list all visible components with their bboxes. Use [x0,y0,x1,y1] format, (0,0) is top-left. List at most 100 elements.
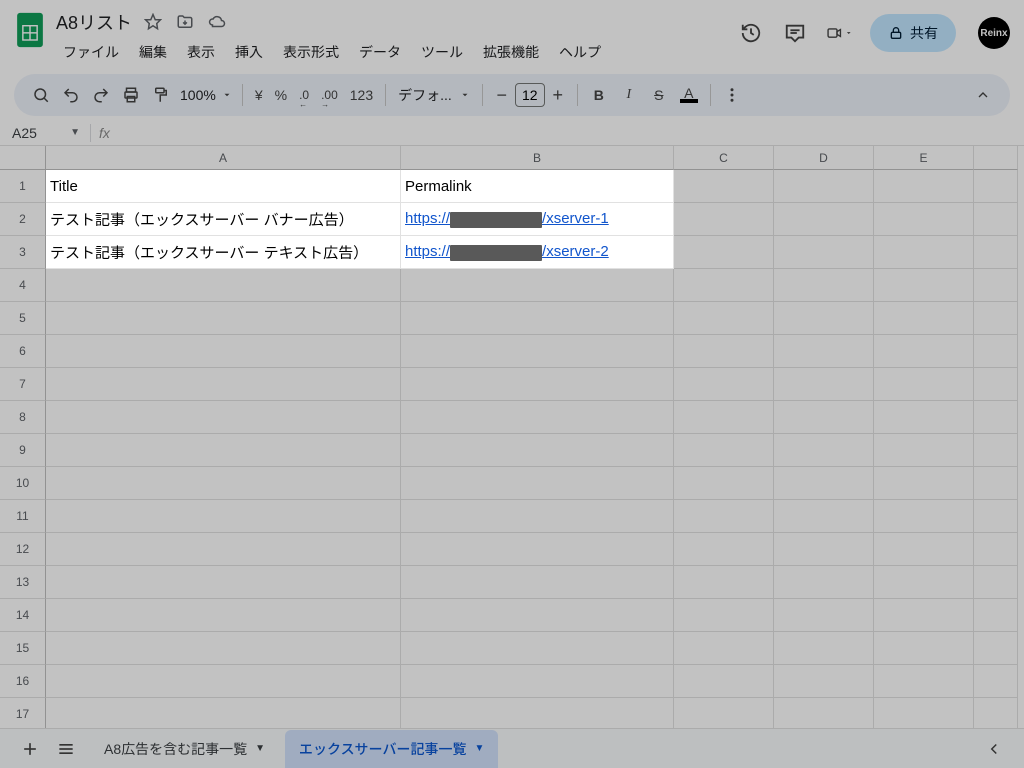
cell[interactable] [874,368,974,401]
cell[interactable] [774,599,874,632]
cell[interactable] [401,665,674,698]
menu-tools[interactable]: ツール [414,38,470,66]
cell[interactable] [974,236,1018,269]
cloud-status-icon[interactable] [206,11,228,33]
hyperlink[interactable]: https:///xserver-2 [405,243,609,260]
cell[interactable] [874,170,974,203]
column-header[interactable]: C [674,146,774,170]
menu-file[interactable]: ファイル [56,38,126,66]
cell[interactable] [674,236,774,269]
cell[interactable] [774,434,874,467]
cell[interactable] [46,269,401,302]
row-header[interactable]: 14 [0,599,46,632]
cell[interactable] [974,533,1018,566]
redo-icon[interactable] [86,80,116,110]
italic-button[interactable]: I [614,80,644,110]
cell[interactable] [674,599,774,632]
cell[interactable] [974,335,1018,368]
sheet-tab-active[interactable]: エックスサーバー記事一覧▼ [285,730,498,768]
cell[interactable] [774,665,874,698]
cell[interactable]: https:///xserver-1 [401,203,674,236]
row-header[interactable]: 12 [0,533,46,566]
row-header[interactable]: 10 [0,467,46,500]
zoom-select[interactable]: 100% [176,87,236,103]
row-header[interactable]: 5 [0,302,46,335]
cell[interactable] [874,467,974,500]
cell[interactable] [401,533,674,566]
cell[interactable] [401,434,674,467]
cell[interactable] [46,368,401,401]
cell[interactable] [774,368,874,401]
cell[interactable] [401,401,674,434]
cell[interactable] [674,401,774,434]
star-icon[interactable] [142,11,164,33]
cell[interactable] [974,599,1018,632]
font-select[interactable]: デフォ... [392,85,476,105]
cell[interactable] [46,533,401,566]
all-sheets-button[interactable] [48,731,84,767]
currency-button[interactable]: ¥ [249,80,269,110]
cell[interactable] [674,533,774,566]
cell[interactable] [674,203,774,236]
cell[interactable] [974,698,1018,731]
menu-ext[interactable]: 拡張機能 [476,38,546,66]
row-header[interactable]: 4 [0,269,46,302]
cell[interactable] [46,500,401,533]
cell[interactable] [774,170,874,203]
undo-icon[interactable] [56,80,86,110]
cell[interactable] [974,467,1018,500]
cell[interactable] [974,170,1018,203]
cell[interactable] [874,236,974,269]
cell[interactable] [46,632,401,665]
cell[interactable] [874,533,974,566]
cell[interactable] [46,401,401,434]
column-header[interactable] [974,146,1018,170]
cell[interactable] [46,434,401,467]
sheet-tab-inactive[interactable]: A8広告を含む記事一覧▼ [90,730,279,768]
cell[interactable] [674,269,774,302]
cell[interactable] [774,566,874,599]
cell[interactable] [46,599,401,632]
cell[interactable] [401,269,674,302]
cell[interactable] [974,434,1018,467]
history-icon[interactable] [738,20,764,46]
cell[interactable] [974,401,1018,434]
row-header[interactable]: 8 [0,401,46,434]
paint-format-icon[interactable] [146,80,176,110]
cell[interactable] [674,170,774,203]
increase-decimal-button[interactable]: .00→ [315,80,344,110]
cell[interactable] [874,335,974,368]
cell[interactable] [401,698,674,731]
meet-icon[interactable] [826,20,852,46]
percent-button[interactable]: % [269,80,293,110]
cell[interactable]: テスト記事（エックスサーバー バナー広告） [46,203,401,236]
cell[interactable] [401,302,674,335]
row-header[interactable]: 17 [0,698,46,731]
cell[interactable] [774,302,874,335]
cell[interactable] [774,533,874,566]
cell[interactable] [401,500,674,533]
cell[interactable] [874,302,974,335]
cell[interactable] [974,665,1018,698]
cell[interactable] [874,269,974,302]
explore-button[interactable] [976,731,1012,767]
menu-help[interactable]: ヘルプ [552,38,608,66]
cell[interactable] [974,368,1018,401]
cell[interactable] [674,632,774,665]
strikethrough-button[interactable]: S [644,80,674,110]
row-header[interactable]: 6 [0,335,46,368]
cell[interactable] [974,302,1018,335]
cell[interactable] [46,566,401,599]
cell[interactable] [974,632,1018,665]
cell[interactable] [874,698,974,731]
cell[interactable] [674,368,774,401]
cell[interactable] [46,302,401,335]
cell[interactable] [874,599,974,632]
column-header[interactable]: E [874,146,974,170]
cell[interactable]: https:///xserver-2 [401,236,674,269]
font-size-decrease[interactable]: − [489,82,515,108]
cell[interactable] [974,500,1018,533]
text-color-button[interactable]: A [674,80,704,110]
column-header[interactable]: B [401,146,674,170]
cell[interactable]: Title [46,170,401,203]
